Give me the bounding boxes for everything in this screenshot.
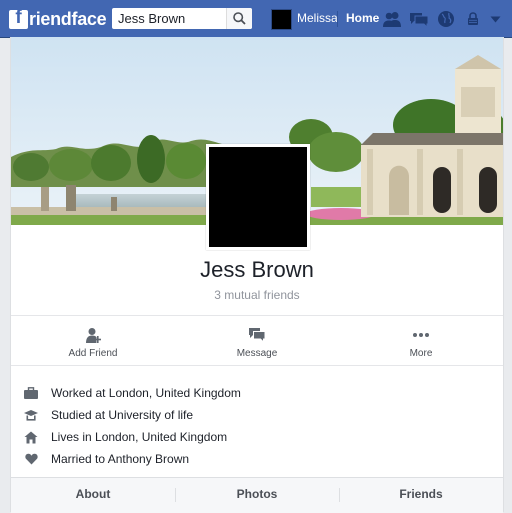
user-name-link[interactable]: Melissa bbox=[297, 11, 338, 25]
intro-details: Worked at London, United Kingdom Studied… bbox=[23, 382, 493, 470]
messages-icon bbox=[410, 12, 429, 28]
globe-icon bbox=[438, 11, 454, 27]
search-input[interactable] bbox=[112, 8, 226, 29]
profile-actions: Add Friend Message More bbox=[11, 327, 503, 365]
relationship-text[interactable]: Married to Anthony Brown bbox=[51, 452, 189, 466]
nav-divider bbox=[337, 11, 338, 27]
lock-icon bbox=[468, 12, 478, 25]
friendface-logo[interactable]: f riendface bbox=[9, 8, 107, 30]
house-icon bbox=[23, 429, 39, 445]
graduation-cap-icon bbox=[23, 407, 39, 423]
caret-down-icon bbox=[490, 16, 500, 22]
message-button[interactable]: Message bbox=[175, 327, 339, 365]
education-info: Studied at University of life bbox=[23, 404, 493, 426]
work-text[interactable]: Worked at London, United Kingdom bbox=[51, 386, 241, 400]
more-dots-icon bbox=[413, 333, 429, 337]
logo-text: riendface bbox=[29, 8, 107, 29]
search-icon bbox=[233, 12, 246, 25]
residence-info: Lives in London, United Kingdom bbox=[23, 426, 493, 448]
search-box bbox=[112, 8, 252, 29]
home-link[interactable]: Home bbox=[346, 11, 379, 25]
add-friend-icon bbox=[86, 328, 101, 343]
message-label: Message bbox=[236, 348, 278, 359]
add-friend-label: Add Friend bbox=[68, 348, 118, 359]
mutual-friends-link[interactable]: 3 mutual friends bbox=[11, 288, 503, 302]
top-navigation-bar: f riendface Melissa Home bbox=[0, 0, 512, 38]
profile-tabs: About Photos Friends bbox=[11, 477, 503, 513]
more-label: More bbox=[409, 348, 433, 359]
briefcase-icon bbox=[23, 385, 39, 401]
relationship-info: Married to Anthony Brown bbox=[23, 448, 493, 470]
friends-icon bbox=[383, 12, 401, 27]
tab-friends[interactable]: Friends bbox=[339, 478, 503, 513]
residence-text[interactable]: Lives in London, United Kingdom bbox=[51, 430, 227, 444]
add-friend-button[interactable]: Add Friend bbox=[11, 327, 175, 365]
section-divider bbox=[11, 365, 503, 366]
tab-photos[interactable]: Photos bbox=[175, 478, 339, 513]
section-divider bbox=[11, 315, 503, 316]
heart-icon bbox=[23, 451, 39, 467]
education-text[interactable]: Studied at University of life bbox=[51, 408, 193, 422]
profile-card: Jess Brown 3 mutual friends Add Friend M… bbox=[10, 37, 504, 513]
more-button[interactable]: More bbox=[339, 327, 503, 365]
logo-f-icon: f bbox=[9, 9, 28, 29]
friend-requests-button[interactable] bbox=[382, 9, 402, 29]
account-menu-button[interactable] bbox=[488, 9, 502, 29]
work-info: Worked at London, United Kingdom bbox=[23, 382, 493, 404]
search-button[interactable] bbox=[226, 8, 252, 29]
message-icon bbox=[249, 328, 266, 343]
notifications-button[interactable] bbox=[436, 9, 456, 29]
profile-picture[interactable] bbox=[206, 144, 310, 250]
profile-name: Jess Brown bbox=[200, 257, 314, 282]
privacy-shortcuts-button[interactable] bbox=[466, 9, 480, 29]
messages-button[interactable] bbox=[409, 9, 429, 29]
tab-about[interactable]: About bbox=[11, 478, 175, 513]
user-avatar[interactable] bbox=[271, 9, 292, 30]
